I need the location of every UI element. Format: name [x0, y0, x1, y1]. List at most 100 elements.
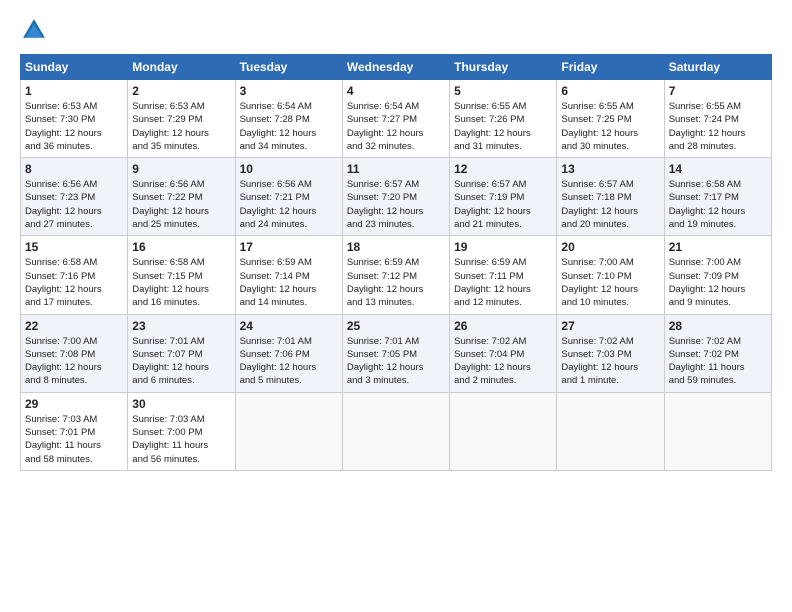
calendar-cell: 2 Sunrise: 6:53 AM Sunset: 7:29 PM Daylig…: [128, 80, 235, 158]
weekday-header: Friday: [557, 55, 664, 80]
logo-icon: [20, 16, 48, 44]
cell-details: Sunrise: 6:58 AM Sunset: 7:15 PM Dayligh…: [132, 257, 209, 308]
day-number: 11: [347, 162, 445, 176]
cell-details: Sunrise: 7:01 AM Sunset: 7:06 PM Dayligh…: [240, 336, 317, 387]
weekday-header: Thursday: [450, 55, 557, 80]
weekday-header: Tuesday: [235, 55, 342, 80]
day-number: 21: [669, 240, 767, 254]
cell-details: Sunrise: 7:01 AM Sunset: 7:05 PM Dayligh…: [347, 336, 424, 387]
day-number: 4: [347, 84, 445, 98]
logo: [20, 16, 52, 44]
cell-details: Sunrise: 6:55 AM Sunset: 7:26 PM Dayligh…: [454, 101, 531, 152]
cell-details: Sunrise: 7:00 AM Sunset: 7:08 PM Dayligh…: [25, 336, 102, 387]
cell-details: Sunrise: 6:56 AM Sunset: 7:22 PM Dayligh…: [132, 179, 209, 230]
cell-details: Sunrise: 7:01 AM Sunset: 7:07 PM Dayligh…: [132, 336, 209, 387]
day-number: 17: [240, 240, 338, 254]
calendar-cell: [342, 392, 449, 470]
day-number: 24: [240, 319, 338, 333]
cell-details: Sunrise: 6:58 AM Sunset: 7:16 PM Dayligh…: [25, 257, 102, 308]
day-number: 9: [132, 162, 230, 176]
calendar-cell: 22 Sunrise: 7:00 AM Sunset: 7:08 PM Dayli…: [21, 314, 128, 392]
calendar-cell: 5 Sunrise: 6:55 AM Sunset: 7:26 PM Daylig…: [450, 80, 557, 158]
day-number: 27: [561, 319, 659, 333]
calendar-cell: [450, 392, 557, 470]
day-number: 30: [132, 397, 230, 411]
calendar-cell: 12Sunrise: 6:57 AM Sunset: 7:19 PM Dayli…: [450, 158, 557, 236]
calendar-week-row: 8 Sunrise: 6:56 AM Sunset: 7:23 PM Daylig…: [21, 158, 772, 236]
cell-details: Sunrise: 7:00 AM Sunset: 7:10 PM Dayligh…: [561, 257, 638, 308]
calendar-cell: 6 Sunrise: 6:55 AM Sunset: 7:25 PM Daylig…: [557, 80, 664, 158]
calendar-header-row: SundayMondayTuesdayWednesdayThursdayFrid…: [21, 55, 772, 80]
day-number: 22: [25, 319, 123, 333]
day-number: 1: [25, 84, 123, 98]
calendar-cell: 10 Sunrise: 6:56 AM Sunset: 7:21 PM Dayli…: [235, 158, 342, 236]
cell-details: Sunrise: 6:57 AM Sunset: 7:20 PM Dayligh…: [347, 179, 424, 230]
day-number: 19: [454, 240, 552, 254]
day-number: 20: [561, 240, 659, 254]
weekday-header: Sunday: [21, 55, 128, 80]
cell-details: Sunrise: 6:59 AM Sunset: 7:14 PM Dayligh…: [240, 257, 317, 308]
day-number: 7: [669, 84, 767, 98]
day-number: 29: [25, 397, 123, 411]
cell-details: Sunrise: 6:56 AM Sunset: 7:21 PM Dayligh…: [240, 179, 317, 230]
day-number: 2: [132, 84, 230, 98]
calendar-cell: 1 Sunrise: 6:53 AM Sunset: 7:30 PM Daylig…: [21, 80, 128, 158]
calendar-cell: 17 Sunrise: 6:59 AM Sunset: 7:14 PM Dayli…: [235, 236, 342, 314]
weekday-header: Saturday: [664, 55, 771, 80]
calendar-cell: 7Sunrise: 6:55 AM Sunset: 7:24 PM Daylig…: [664, 80, 771, 158]
calendar-cell: 27Sunrise: 7:02 AM Sunset: 7:03 PM Dayli…: [557, 314, 664, 392]
calendar-cell: 14Sunrise: 6:58 AM Sunset: 7:17 PM Dayli…: [664, 158, 771, 236]
calendar-week-row: 22 Sunrise: 7:00 AM Sunset: 7:08 PM Dayli…: [21, 314, 772, 392]
cell-details: Sunrise: 6:55 AM Sunset: 7:25 PM Dayligh…: [561, 101, 638, 152]
calendar-cell: 3 Sunrise: 6:54 AM Sunset: 7:28 PM Daylig…: [235, 80, 342, 158]
calendar-cell: 30 Sunrise: 7:03 AM Sunset: 7:00 PM Dayli…: [128, 392, 235, 470]
day-number: 16: [132, 240, 230, 254]
day-number: 28: [669, 319, 767, 333]
calendar-cell: 16 Sunrise: 6:58 AM Sunset: 7:15 PM Dayli…: [128, 236, 235, 314]
weekday-header: Monday: [128, 55, 235, 80]
calendar-cell: 29Sunrise: 7:03 AM Sunset: 7:01 PM Dayli…: [21, 392, 128, 470]
day-number: 10: [240, 162, 338, 176]
day-number: 13: [561, 162, 659, 176]
calendar-cell: 13 Sunrise: 6:57 AM Sunset: 7:18 PM Dayli…: [557, 158, 664, 236]
calendar-cell: 25 Sunrise: 7:01 AM Sunset: 7:05 PM Dayli…: [342, 314, 449, 392]
calendar-cell: [664, 392, 771, 470]
cell-details: Sunrise: 6:54 AM Sunset: 7:28 PM Dayligh…: [240, 101, 317, 152]
day-number: 15: [25, 240, 123, 254]
day-number: 12: [454, 162, 552, 176]
calendar-cell: 21 Sunrise: 7:00 AM Sunset: 7:09 PM Dayli…: [664, 236, 771, 314]
cell-details: Sunrise: 7:00 AM Sunset: 7:09 PM Dayligh…: [669, 257, 746, 308]
cell-details: Sunrise: 7:03 AM Sunset: 7:00 PM Dayligh…: [132, 414, 208, 465]
calendar-cell: [235, 392, 342, 470]
cell-details: Sunrise: 6:54 AM Sunset: 7:27 PM Dayligh…: [347, 101, 424, 152]
calendar-cell: 23Sunrise: 7:01 AM Sunset: 7:07 PM Dayli…: [128, 314, 235, 392]
cell-details: Sunrise: 6:53 AM Sunset: 7:29 PM Dayligh…: [132, 101, 209, 152]
cell-details: Sunrise: 7:02 AM Sunset: 7:02 PM Dayligh…: [669, 336, 745, 387]
day-number: 25: [347, 319, 445, 333]
cell-details: Sunrise: 7:02 AM Sunset: 7:04 PM Dayligh…: [454, 336, 531, 387]
calendar-cell: 24 Sunrise: 7:01 AM Sunset: 7:06 PM Dayli…: [235, 314, 342, 392]
weekday-header: Wednesday: [342, 55, 449, 80]
day-number: 5: [454, 84, 552, 98]
cell-details: Sunrise: 6:56 AM Sunset: 7:23 PM Dayligh…: [25, 179, 102, 230]
cell-details: Sunrise: 6:57 AM Sunset: 7:18 PM Dayligh…: [561, 179, 638, 230]
day-number: 14: [669, 162, 767, 176]
day-number: 8: [25, 162, 123, 176]
cell-details: Sunrise: 6:59 AM Sunset: 7:11 PM Dayligh…: [454, 257, 531, 308]
day-number: 18: [347, 240, 445, 254]
cell-details: Sunrise: 6:59 AM Sunset: 7:12 PM Dayligh…: [347, 257, 424, 308]
day-number: 6: [561, 84, 659, 98]
calendar-cell: [557, 392, 664, 470]
page: SundayMondayTuesdayWednesdayThursdayFrid…: [0, 0, 792, 612]
calendar-cell: 11 Sunrise: 6:57 AM Sunset: 7:20 PM Dayli…: [342, 158, 449, 236]
cell-details: Sunrise: 6:53 AM Sunset: 7:30 PM Dayligh…: [25, 101, 102, 152]
calendar-cell: 18 Sunrise: 6:59 AM Sunset: 7:12 PM Dayli…: [342, 236, 449, 314]
calendar-cell: 28 Sunrise: 7:02 AM Sunset: 7:02 PM Dayli…: [664, 314, 771, 392]
calendar-cell: 4 Sunrise: 6:54 AM Sunset: 7:27 PM Daylig…: [342, 80, 449, 158]
day-number: 3: [240, 84, 338, 98]
calendar: SundayMondayTuesdayWednesdayThursdayFrid…: [20, 54, 772, 471]
header: [20, 16, 772, 44]
calendar-cell: 9 Sunrise: 6:56 AM Sunset: 7:22 PM Daylig…: [128, 158, 235, 236]
calendar-week-row: 29Sunrise: 7:03 AM Sunset: 7:01 PM Dayli…: [21, 392, 772, 470]
calendar-week-row: 15 Sunrise: 6:58 AM Sunset: 7:16 PM Dayli…: [21, 236, 772, 314]
